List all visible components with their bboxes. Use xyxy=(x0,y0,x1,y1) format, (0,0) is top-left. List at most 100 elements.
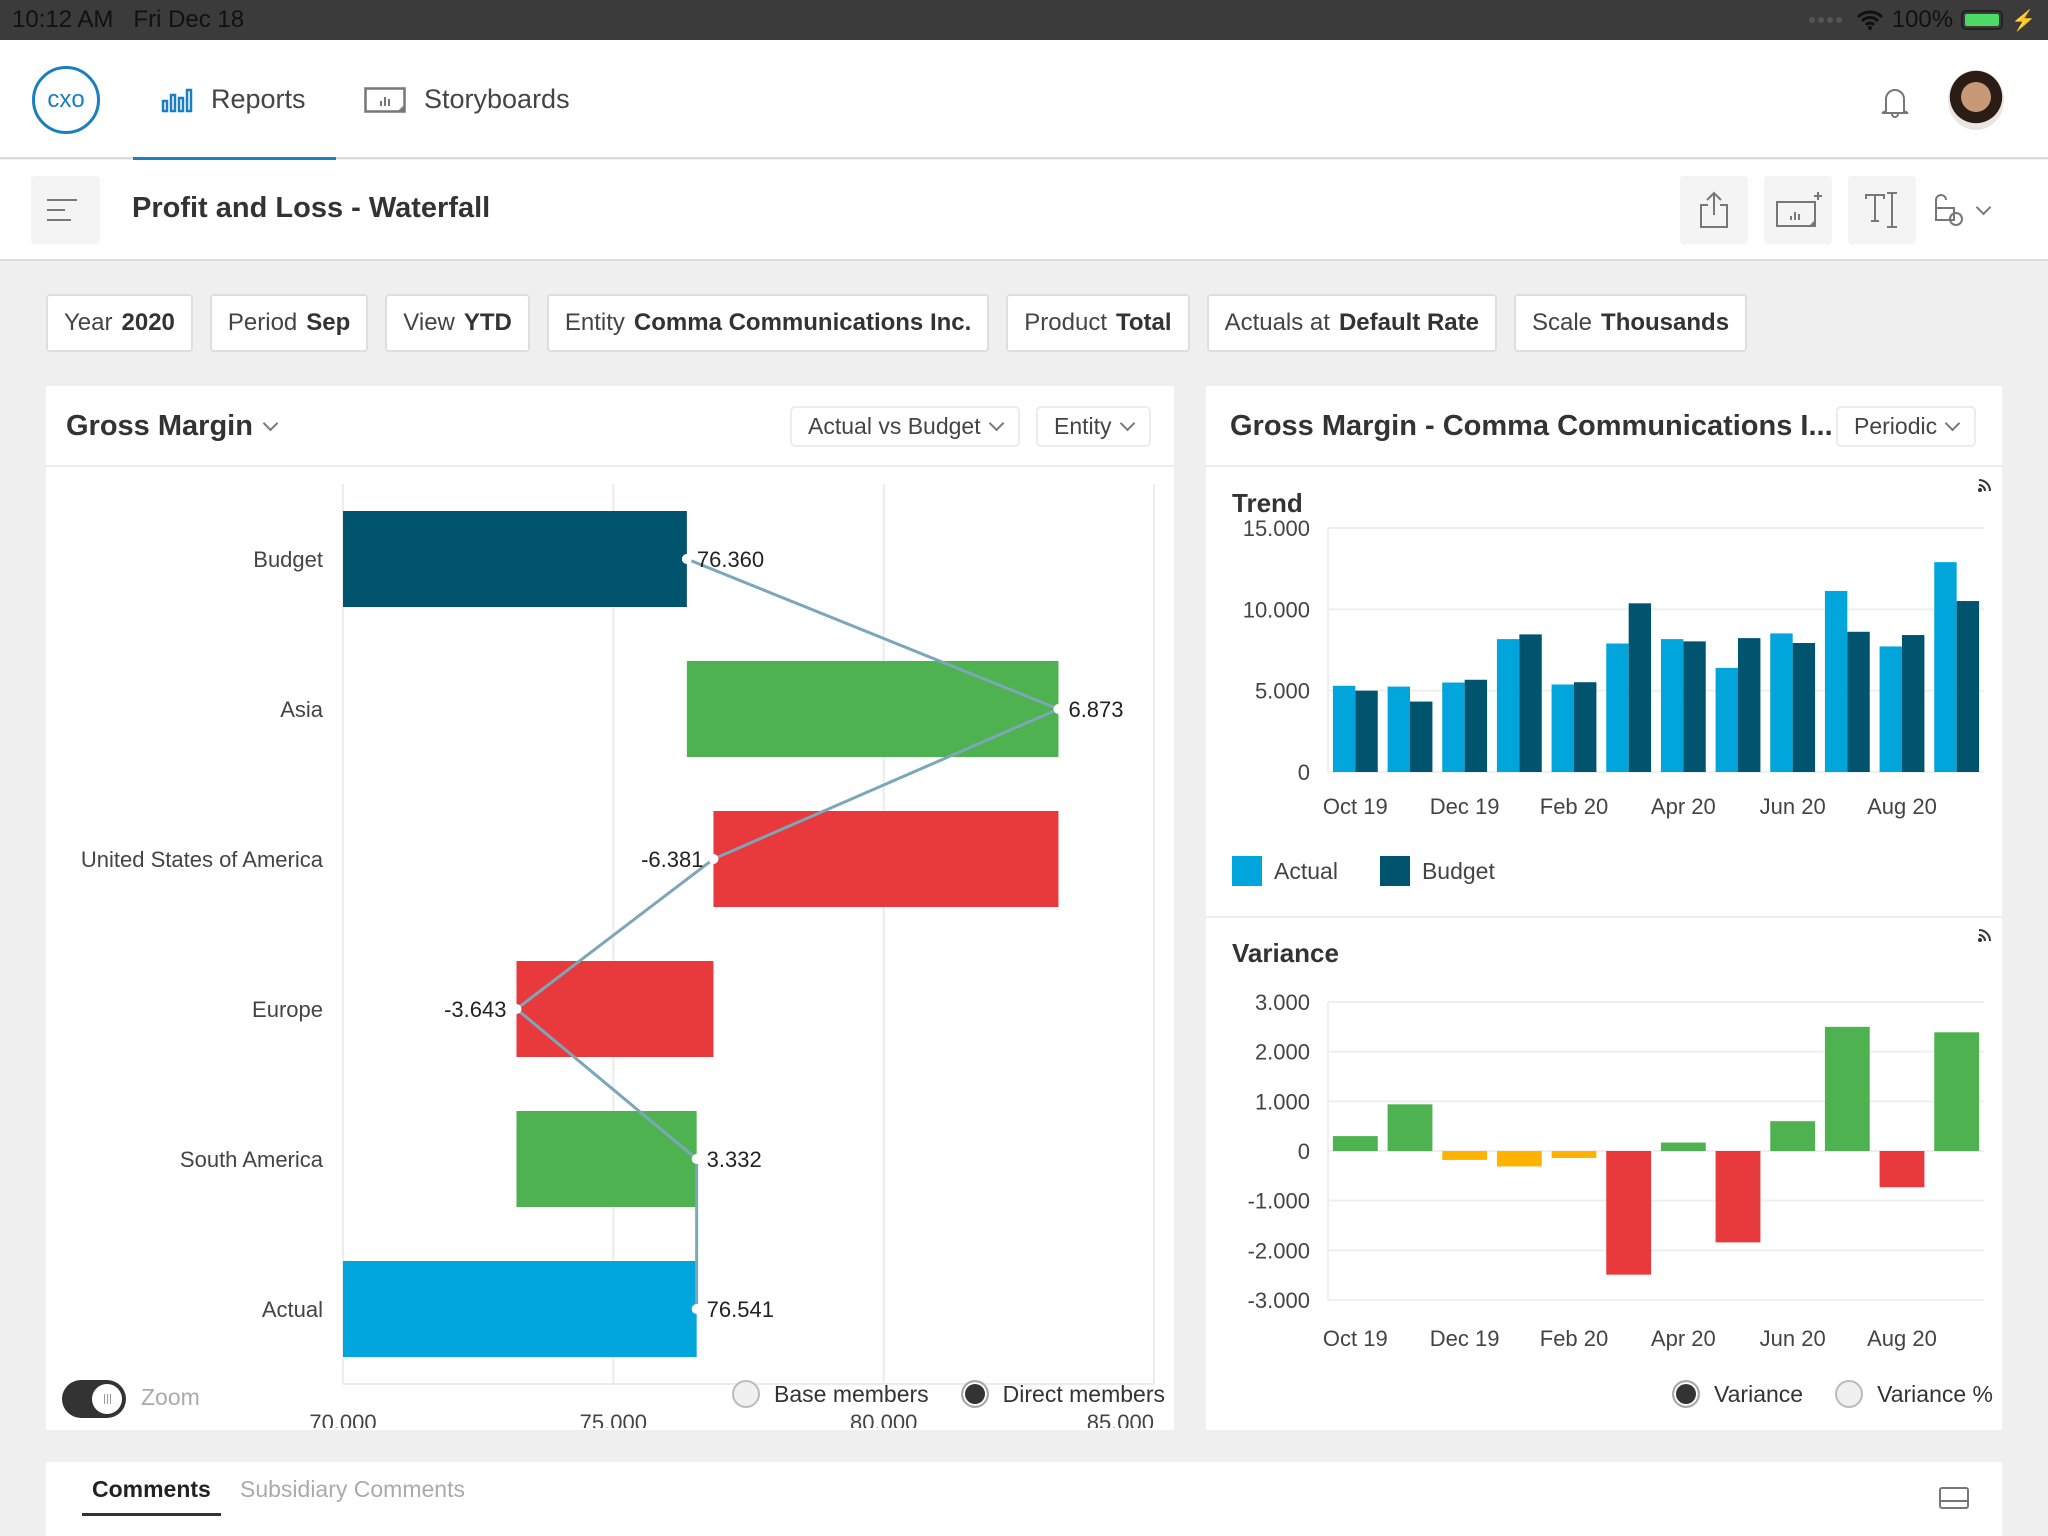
chevron-down-icon xyxy=(262,415,279,432)
share-button[interactable] xyxy=(1680,176,1748,244)
trend-bar-budget xyxy=(1574,682,1597,772)
legend-budget[interactable]: Budget xyxy=(1379,856,1495,886)
radio-base-members[interactable] xyxy=(732,1380,760,1408)
shapes-dropdown[interactable] xyxy=(1932,176,1992,244)
tab-comments[interactable]: Comments xyxy=(82,1476,221,1516)
chevron-down-icon xyxy=(1944,415,1961,432)
bar-chart-icon xyxy=(161,88,193,112)
live-feed-icon[interactable] xyxy=(1976,924,1996,944)
chevron-down-icon xyxy=(1975,199,1992,215)
variance-bar xyxy=(1496,1151,1542,1167)
user-avatar[interactable] xyxy=(1948,70,2004,130)
waterfall-bar xyxy=(516,1111,697,1207)
x-tick-label: 85.000 xyxy=(1087,1410,1154,1428)
data-label: 6.873 xyxy=(1068,697,1123,722)
y-tick-label: -2.000 xyxy=(1248,1238,1310,1263)
legend-swatch-actual xyxy=(1232,856,1262,886)
filter-bar: Year 2020 Period Sep View YTD Entity Comma C… xyxy=(46,294,1748,352)
period-dropdown[interactable]: Periodic xyxy=(1836,406,1977,447)
chevron-down-icon xyxy=(1119,415,1135,432)
legend-actual[interactable]: Actual xyxy=(1232,856,1338,886)
x-tick-label: Dec 19 xyxy=(1430,794,1500,819)
category-label: Asia xyxy=(280,697,324,722)
chevron-down-icon xyxy=(988,415,1004,432)
tab-subsidiary-comments[interactable]: Subsidiary Comments xyxy=(240,1476,465,1503)
variance-bar xyxy=(1824,1026,1870,1151)
filter-scale[interactable]: Scale Thousands xyxy=(1513,294,1748,352)
category-label: Europe xyxy=(252,997,323,1022)
trend-bar-budget xyxy=(1847,631,1870,772)
filter-actuals-rate[interactable]: Actuals at Default Rate xyxy=(1206,294,1497,352)
page-title: Profit and Loss - Waterfall xyxy=(132,192,491,224)
trend-title: Trend xyxy=(1232,488,1303,518)
zoom-toggle[interactable] xyxy=(62,1380,126,1418)
filter-product[interactable]: Product Total xyxy=(1006,294,1190,352)
measure-selector[interactable]: Gross Margin xyxy=(66,410,279,443)
dimension-dropdown[interactable]: Entity xyxy=(1036,406,1151,447)
variance-bar xyxy=(1770,1121,1816,1151)
variance-bar xyxy=(1387,1104,1433,1151)
filter-view[interactable]: View YTD xyxy=(385,294,530,352)
variance-chart: -3.000 -2.000 -1.000 0 1.000 2.000 3.000 Oct 19… xyxy=(1248,990,1984,1351)
trend-bar-actual xyxy=(1496,639,1520,772)
tab-storyboards-label: Storyboards xyxy=(424,84,570,114)
category-label: South America xyxy=(180,1147,324,1172)
trend-bar-budget xyxy=(1902,635,1925,772)
trend-bar-budget xyxy=(1738,638,1761,772)
variance-bar xyxy=(1879,1151,1925,1188)
trend-bar-budget xyxy=(1464,679,1488,772)
data-label: -3.643 xyxy=(444,997,506,1022)
y-tick-label: 10.000 xyxy=(1243,597,1310,622)
waterfall-chart: 70.000 75.000 80.000 85.000 Budget Asia United… xyxy=(81,484,1155,1428)
y-tick-label: 5.000 xyxy=(1255,679,1310,704)
compare-dropdown[interactable]: Actual vs Budget xyxy=(790,406,1020,447)
variance-bar xyxy=(1934,1032,1980,1151)
variance-bar xyxy=(1660,1142,1706,1151)
trend-bar-budget xyxy=(1792,643,1816,772)
shapes-icon xyxy=(1935,194,1963,226)
x-tick-label: Feb 20 xyxy=(1540,794,1609,819)
trend-bar-actual xyxy=(1715,667,1738,772)
y-tick-label: 2.000 xyxy=(1255,1040,1310,1065)
text-tool-button[interactable] xyxy=(1848,176,1916,244)
trend-bar-budget xyxy=(1410,701,1433,772)
trend-bar-budget xyxy=(1628,603,1652,772)
variance-bar xyxy=(1442,1151,1488,1160)
section-divider xyxy=(1206,916,2002,918)
y-tick-label: 1.000 xyxy=(1255,1089,1310,1114)
trend-bar-budget xyxy=(1956,601,1980,772)
card-header: Gross Margin - Comma Communications I...… xyxy=(1206,386,2002,467)
x-tick-label: Feb 20 xyxy=(1540,1326,1609,1351)
collapse-panel-icon[interactable] xyxy=(1939,1487,1969,1509)
trend-bar-actual xyxy=(1551,684,1574,772)
variance-bar xyxy=(1332,1136,1378,1151)
category-label: Budget xyxy=(253,547,323,572)
tab-storyboards[interactable]: Storyboards xyxy=(364,40,570,159)
variance-bar xyxy=(1715,1151,1761,1243)
data-label: 76.541 xyxy=(707,1297,774,1322)
cxo-logo[interactable]: CXO xyxy=(32,66,100,134)
tab-reports[interactable]: Reports xyxy=(133,40,336,161)
menu-button[interactable] xyxy=(31,176,100,244)
radio-direct-members[interactable] xyxy=(960,1380,989,1408)
radio-variance[interactable] xyxy=(1672,1380,1700,1408)
x-tick-label: Jun 20 xyxy=(1760,794,1826,819)
waterfall-bar xyxy=(713,811,1059,907)
card-title: Gross Margin xyxy=(66,410,253,442)
filter-entity[interactable]: Entity Comma Communications Inc. xyxy=(546,294,990,352)
x-tick-label: Dec 19 xyxy=(1430,1326,1500,1351)
filter-period[interactable]: Period Sep xyxy=(209,294,369,352)
connector-point xyxy=(681,554,692,564)
trend-bar-actual xyxy=(1879,646,1902,772)
trend-bar-budget xyxy=(1355,690,1378,772)
live-feed-icon[interactable] xyxy=(1976,474,1996,494)
notifications-bell-icon[interactable] xyxy=(1880,85,1910,119)
status-time: 10:12 AM Fri Dec 18 xyxy=(12,6,245,33)
radio-variance-percent[interactable] xyxy=(1835,1380,1864,1408)
x-tick-label: 70.000 xyxy=(309,1410,376,1428)
filter-year[interactable]: Year 2020 xyxy=(46,294,193,352)
trend-chart: 0 5.000 10.000 15.000 Oct 19 Dec 19 Feb 20 Apr … xyxy=(1243,516,1984,819)
trend-bar-actual xyxy=(1332,685,1356,772)
add-to-storyboard-button[interactable] xyxy=(1764,176,1832,244)
x-tick-label: Oct 19 xyxy=(1323,1326,1388,1351)
